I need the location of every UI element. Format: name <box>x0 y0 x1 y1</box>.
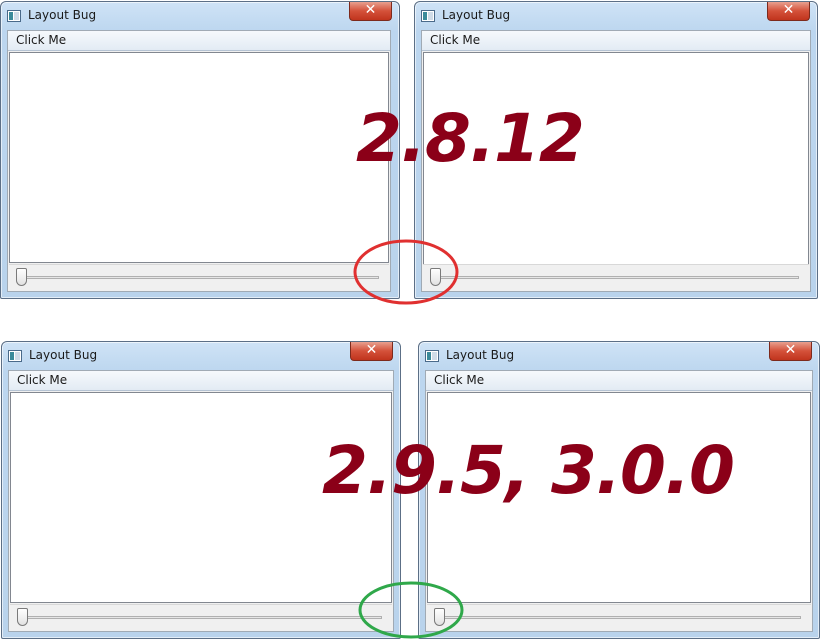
menu-click-me[interactable]: Click Me <box>432 373 486 387</box>
title-bar[interactable]: Layout Bug ✕ <box>1 2 399 30</box>
window-title: Layout Bug <box>28 8 97 22</box>
slider[interactable] <box>427 604 811 630</box>
client-area: Click Me <box>7 30 391 292</box>
app-icon <box>421 10 435 22</box>
slider-track[interactable] <box>433 276 799 279</box>
window-top-left: Layout Bug ✕ Click Me <box>0 1 400 299</box>
title-bar[interactable]: Layout Bug ✕ <box>2 342 400 370</box>
slider[interactable] <box>9 264 389 290</box>
version-label-bottom: 2.9.5, 3.0.0 <box>322 432 735 509</box>
slider-thumb[interactable] <box>17 608 28 626</box>
close-button[interactable]: ✕ <box>767 2 810 21</box>
content-panel <box>9 52 389 263</box>
menu-click-me[interactable]: Click Me <box>15 373 69 387</box>
slider-track[interactable] <box>19 276 379 279</box>
app-icon <box>425 350 439 362</box>
close-button[interactable]: ✕ <box>349 2 392 21</box>
slider[interactable] <box>423 264 809 290</box>
window-title: Layout Bug <box>446 348 515 362</box>
slider-track[interactable] <box>437 616 801 619</box>
menu-bar: Click Me <box>426 371 812 391</box>
menu-click-me[interactable]: Click Me <box>14 33 68 47</box>
slider-track[interactable] <box>20 616 382 619</box>
menu-bar: Click Me <box>9 371 393 391</box>
menu-bar: Click Me <box>8 31 390 51</box>
app-icon <box>8 350 22 362</box>
slider-thumb[interactable] <box>434 608 445 626</box>
close-button[interactable]: ✕ <box>769 342 812 361</box>
menu-click-me[interactable]: Click Me <box>428 33 482 47</box>
title-bar[interactable]: Layout Bug ✕ <box>415 2 817 30</box>
menu-bar: Click Me <box>422 31 810 51</box>
close-button[interactable]: ✕ <box>350 342 393 361</box>
slider-thumb[interactable] <box>16 268 27 286</box>
title-bar[interactable]: Layout Bug ✕ <box>419 342 819 370</box>
window-title: Layout Bug <box>29 348 98 362</box>
slider[interactable] <box>10 604 392 630</box>
app-icon <box>7 10 21 22</box>
slider-thumb[interactable] <box>430 268 441 286</box>
window-title: Layout Bug <box>442 8 511 22</box>
version-label-top: 2.8.12 <box>356 100 585 177</box>
